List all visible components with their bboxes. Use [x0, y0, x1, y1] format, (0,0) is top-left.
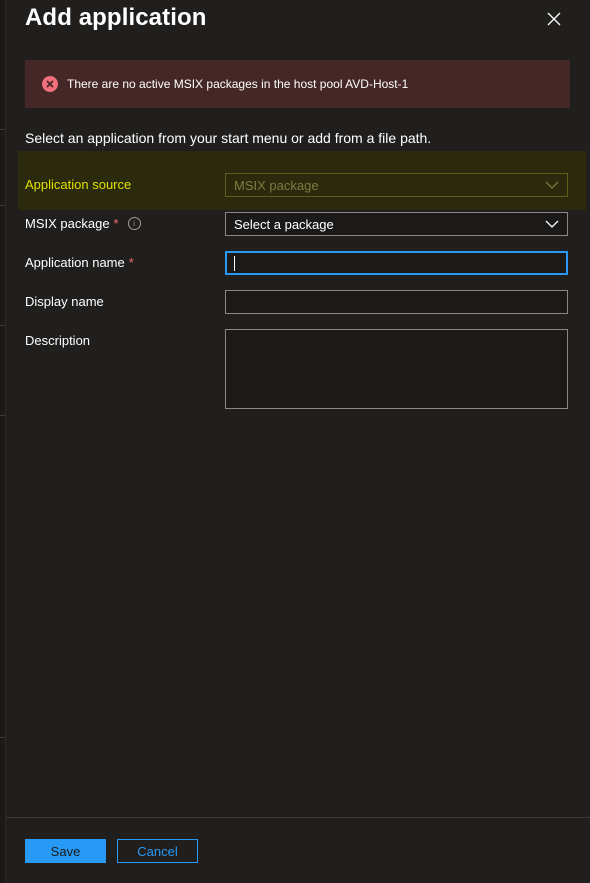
error-icon: [42, 76, 58, 92]
error-message-bar: There are no active MSIX packages in the…: [25, 60, 570, 108]
application-name-label: Application name *: [25, 255, 134, 270]
application-name-label-text: Application name: [25, 255, 125, 270]
display-name-label-text: Display name: [25, 294, 104, 309]
description-textarea[interactable]: [225, 329, 568, 409]
add-application-panel: Add application There are no active MSIX…: [6, 0, 590, 883]
required-asterisk: *: [128, 255, 134, 270]
msix-package-value: Select a package: [234, 216, 334, 232]
required-asterisk: *: [113, 216, 119, 231]
application-source-value: MSIX package: [234, 177, 319, 193]
cancel-button[interactable]: Cancel: [117, 839, 198, 863]
description-label-text: Description: [25, 333, 91, 348]
display-name-input[interactable]: [225, 290, 568, 314]
info-icon[interactable]: i: [127, 217, 141, 230]
msix-package-dropdown[interactable]: Select a package: [225, 212, 568, 236]
panel-title: Add application: [25, 4, 207, 31]
application-source-dropdown[interactable]: MSIX package: [225, 173, 568, 197]
edge-mark: [0, 129, 5, 130]
display-name-label: Display name: [25, 294, 104, 309]
intro-text: Select an application from your start me…: [25, 130, 432, 146]
edge-mark: [0, 325, 5, 326]
msix-package-label: MSIX package * i: [25, 216, 141, 231]
chevron-down-icon: [545, 220, 559, 228]
application-source-label: Application source: [25, 177, 131, 192]
chevron-down-icon: [545, 181, 559, 189]
close-icon: [547, 12, 561, 26]
edge-mark: [0, 415, 5, 416]
close-button[interactable]: [543, 8, 565, 30]
application-source-label-text: Application source: [25, 177, 132, 192]
error-message-text: There are no active MSIX packages in the…: [67, 77, 409, 91]
description-label: Description: [25, 333, 90, 348]
msix-package-label-text: MSIX package: [25, 216, 110, 231]
footer-divider: [6, 817, 590, 818]
edge-mark: [0, 737, 5, 738]
application-name-input[interactable]: [225, 251, 568, 275]
text-cursor: [234, 255, 235, 271]
edge-mark: [0, 205, 5, 206]
save-button[interactable]: Save: [25, 839, 106, 863]
